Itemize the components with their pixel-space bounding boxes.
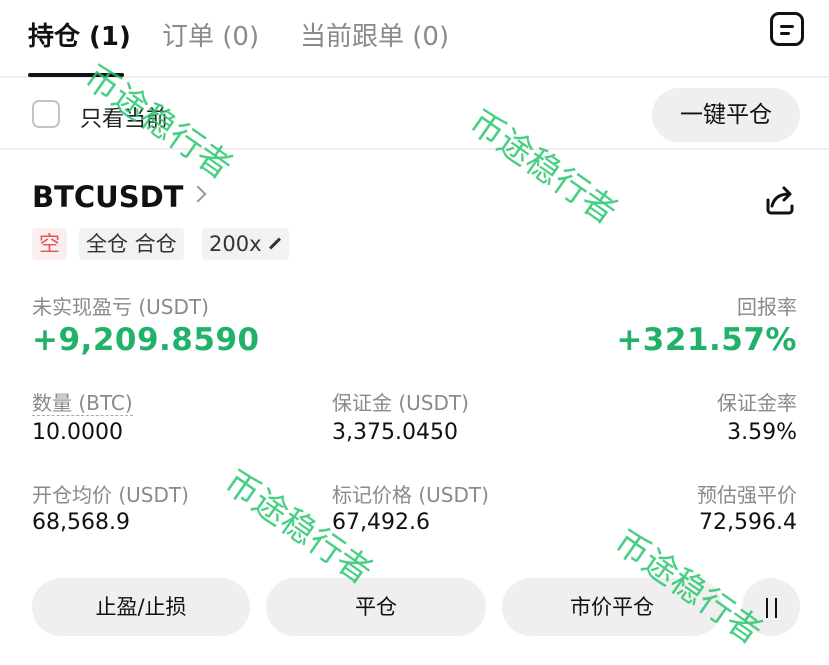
leverage-badge[interactable]: 200x [202, 228, 289, 260]
chevron-right-icon[interactable] [189, 185, 207, 203]
qty-label[interactable]: 数量 (BTC) [32, 391, 133, 416]
close-all-button[interactable]: 一键平仓 [652, 88, 800, 142]
active-tab-indicator [28, 73, 124, 77]
pnl-value: +9,209.8590 [32, 322, 260, 358]
liq-price-label: 预估强平价 [697, 483, 797, 507]
tab-copy-trading[interactable]: 当前跟单 (0) [300, 16, 449, 53]
arrow-up-icon [775, 598, 777, 618]
tab-orders[interactable]: 订单 (0) [162, 16, 259, 53]
filter-row: 只看当前 一键平仓 [0, 80, 829, 150]
roe-value: +321.57% [616, 322, 797, 358]
margin-mode-badge: 全仓 合仓 [79, 228, 184, 260]
show-current-checkbox[interactable] [32, 100, 60, 128]
margin-rate-value: 3.59% [727, 420, 797, 445]
tp-sl-button[interactable]: 止盈/止损 [32, 578, 250, 636]
mark-price-value: 67,492.6 [332, 510, 430, 535]
mark-price-label: 标记价格 (USDT) [332, 483, 489, 507]
margin-value: 3,375.0450 [332, 420, 458, 445]
show-current-label[interactable]: 只看当前 [80, 101, 168, 133]
entry-price-value: 68,568.9 [32, 510, 130, 535]
order-history-icon[interactable] [770, 12, 804, 46]
liq-price-value: 72,596.4 [699, 510, 797, 535]
arrow-down-icon [766, 598, 768, 618]
position-symbol[interactable]: BTCUSDT [32, 180, 183, 214]
entry-price-label: 开仓均价 (USDT) [32, 483, 189, 507]
roe-label: 回报率 [737, 295, 797, 319]
qty-value: 10.0000 [32, 420, 123, 445]
reverse-position-button[interactable] [742, 578, 800, 636]
side-badge: 空 [32, 228, 67, 260]
margin-label: 保证金 (USDT) [332, 391, 469, 415]
edit-icon[interactable] [268, 236, 281, 250]
tab-positions[interactable]: 持仓 (1) [28, 16, 131, 53]
margin-rate-label: 保证金率 [717, 391, 797, 415]
market-close-button[interactable]: 市价平仓 [502, 578, 722, 636]
share-icon[interactable] [762, 182, 798, 218]
close-position-button[interactable]: 平仓 [266, 578, 486, 636]
position-tabs: 持仓 (1) 订单 (0) 当前跟单 (0) [0, 0, 829, 78]
pnl-label: 未实现盈亏 (USDT) [32, 295, 209, 319]
leverage-value: 200x [209, 232, 262, 256]
